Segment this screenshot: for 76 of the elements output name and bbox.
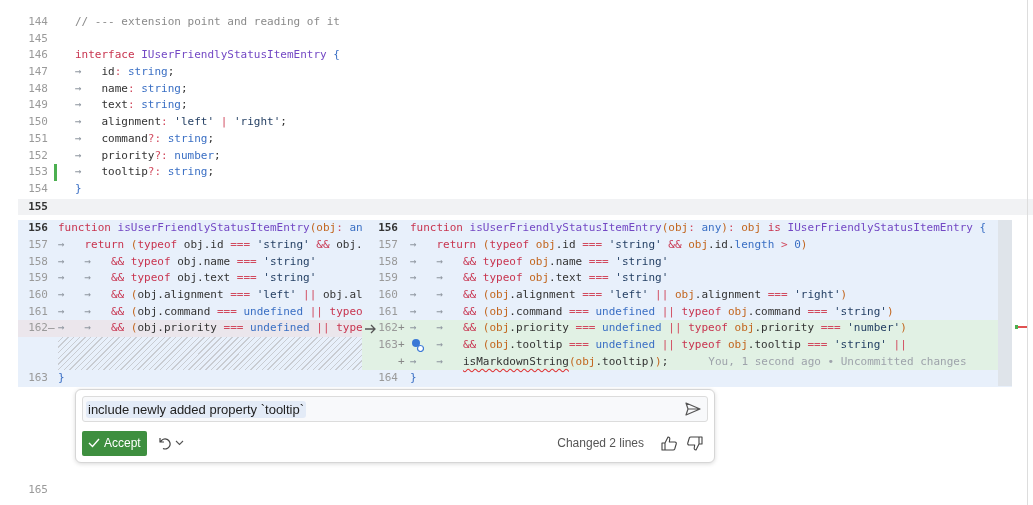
line-number: 165 (27, 482, 48, 499)
code-line: → alignment: 'left' | 'right'; (75, 114, 287, 131)
line-number: 162 (378, 320, 398, 337)
code-line: → → && typeof obj.text === 'string' (58, 270, 317, 287)
code-line: → → && (obj.priority === undefined || type (58, 320, 362, 337)
line-number: 149 (27, 97, 48, 114)
line-number: 160 (378, 287, 398, 303)
code-line: // --- extension point and reading of it (75, 14, 340, 30)
code-line: → → && (obj.command === undefined || typeof obj.command === 'string') (410, 303, 894, 320)
diff-marker: + (398, 321, 405, 335)
code-line: → return (typeof obj.id === 'string' && obj.id.length > 0) (410, 236, 808, 253)
code-line: → → && typeof obj.name === 'string' (58, 253, 317, 270)
code-line: → → && typeof obj.text === 'string' (410, 270, 669, 287)
diff-marker: — (48, 321, 55, 335)
line-number: 153 (27, 164, 48, 181)
line-number: 146 (27, 47, 48, 64)
send-icon[interactable] (685, 402, 701, 417)
line-number: 161 (378, 303, 398, 320)
code-line: → name: string; (75, 80, 188, 97)
line-number: 155 (27, 198, 48, 215)
thumbs-up-icon[interactable] (661, 435, 677, 451)
code-line: → text: string; (75, 97, 188, 114)
line-number: 144 (27, 14, 48, 30)
prompt-field[interactable]: include newly added property `tooltip` (82, 396, 708, 423)
code-line: function isUserFriendlyStatusItemEntry(obj: an (58, 220, 362, 237)
scrollbar[interactable] (998, 220, 1012, 387)
check-icon (88, 438, 100, 449)
thumbs-down-icon[interactable] (687, 435, 703, 451)
code-line: → id: string; (75, 64, 175, 81)
code-line: } (75, 180, 82, 197)
code-line: → → && typeof obj.name === 'string' (410, 253, 669, 270)
overview-ruler-mark (1015, 325, 1027, 330)
chevron-down-icon[interactable] (174, 440, 184, 447)
line-number: 150 (27, 114, 48, 131)
line-number: 152 (27, 147, 48, 164)
line-number: 151 (27, 130, 48, 147)
code-line: → → && (obj.command === undefined || typeo (58, 303, 362, 320)
line-number: 160 (27, 287, 48, 303)
code-line: interface IUserFriendlyStatusItemEntry { (75, 47, 340, 64)
line-number: 164 (378, 370, 398, 387)
diff-marker: + (398, 354, 405, 368)
line-number: 161 (27, 303, 48, 320)
line-number: 158 (378, 253, 398, 270)
code-line: → return (typeof obj.id === 'string' && obj. (58, 236, 362, 253)
blame-annotation: You, 1 second ago • Uncommitted changes (708, 353, 967, 370)
code-line: → priority?: number; (75, 147, 221, 164)
code-line: } (58, 370, 65, 387)
code-line: function isUserFriendlyStatusItemEntry(obj: any): obj is IUserFriendlyStatusItemEntry { (410, 220, 987, 237)
code-line: → && (obj.tooltip === undefined || typeof obj.tooltip === 'string' || (436, 337, 907, 354)
code-line: → → && (obj.priority === undefined || typeof obj.priority === 'number') (410, 320, 907, 337)
line-number: 163 (378, 337, 398, 354)
line-number: 154 (27, 180, 48, 197)
line-number: 145 (27, 30, 48, 47)
code-line: } (410, 370, 417, 387)
code-line: → command?: string; (75, 130, 215, 147)
line-number: 159 (378, 270, 398, 287)
undo-icon[interactable] (156, 436, 171, 451)
line-number: 157 (27, 236, 48, 253)
line-number: 156 (378, 220, 398, 237)
line-number: 158 (27, 253, 48, 270)
code-line: → → isMarkdownString(obj.tooltip)); (410, 353, 669, 370)
code-line: → → && (obj.alignment === 'left' || obj.alignment === 'right') (410, 287, 848, 303)
line-number: 148 (27, 80, 48, 97)
diff-marker: + (398, 338, 405, 352)
line-number: 162 (27, 320, 48, 337)
person-badge-icon[interactable] (410, 338, 424, 353)
code-line: → tooltip?: string; (75, 164, 215, 181)
change-summary: Changed 2 lines (557, 436, 644, 451)
accept-button[interactable]: Accept (82, 430, 147, 456)
line-number: 157 (378, 236, 398, 253)
code-line: → → && (obj.alignment === 'left' || obj.al (58, 287, 362, 303)
line-number: 159 (27, 270, 48, 287)
line-number: 156 (27, 220, 48, 237)
line-number: 163 (27, 370, 48, 387)
revert-arrow-icon[interactable] (363, 323, 377, 334)
line-number: 147 (27, 64, 48, 81)
